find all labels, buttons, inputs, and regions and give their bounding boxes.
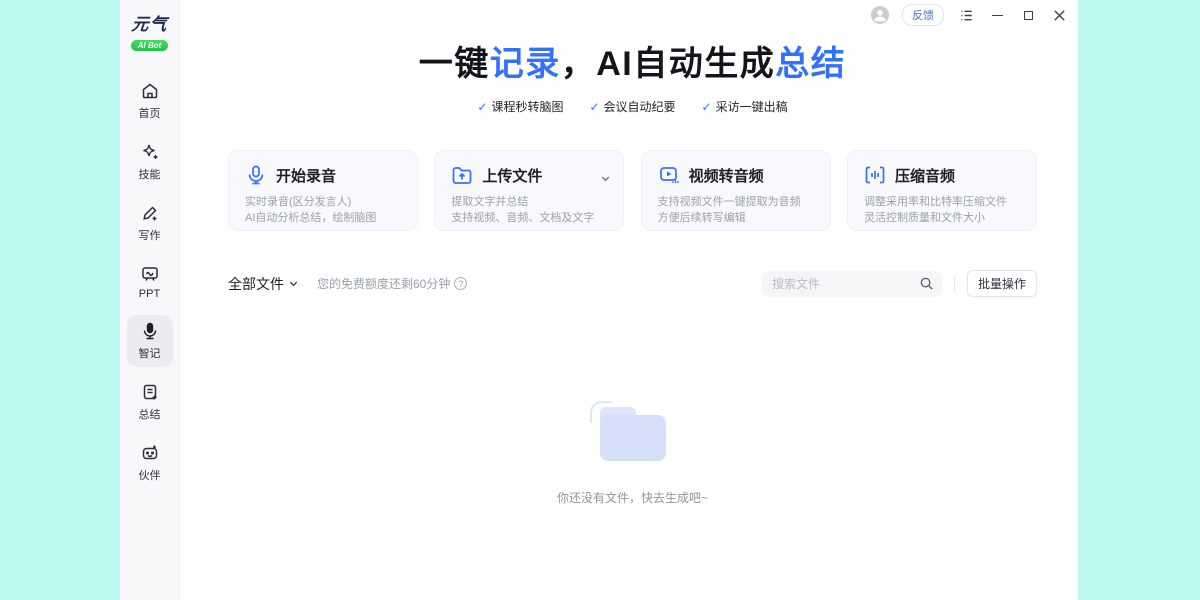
filter-label: 全部文件 (228, 274, 284, 294)
card-header: 视频转音频 (658, 164, 816, 186)
quota-label: 您的免费额度还剩60分钟 (317, 275, 450, 292)
video-play-icon (658, 164, 680, 186)
pencil-icon (139, 202, 161, 224)
card-desc-line: 调整采用率和比特率压缩文件 (864, 194, 1022, 210)
card-title: 压缩音频 (895, 165, 955, 186)
app-logo: 元气 AI Bot (131, 10, 169, 53)
check-icon: ✓ (702, 100, 712, 114)
titlebar: 反馈 (871, 4, 1068, 26)
card-desc-line: 提取文字并总结 (451, 194, 609, 210)
card-upload-file[interactable]: 上传文件 提取文字并总结 支持视频、音频、文档及文字 (434, 150, 624, 231)
check-icon: ✓ (589, 100, 599, 114)
quota-text: 您的免费额度还剩60分钟 ? (317, 275, 467, 292)
sparkle-icon (139, 141, 161, 163)
divider (954, 277, 955, 291)
card-description: 支持视频文件一键提取为音频 方便后续转写编辑 (658, 194, 816, 226)
home-icon (139, 80, 161, 102)
title-part: ，AI自动生成 (561, 45, 776, 83)
task-list-icon[interactable] (957, 6, 975, 24)
logo-wordmark: 元气 (129, 10, 169, 35)
card-title: 视频转音频 (689, 165, 764, 186)
help-icon[interactable]: ? (454, 277, 467, 290)
card-video-to-audio[interactable]: 视频转音频 支持视频文件一键提取为音频 方便后续转写编辑 (641, 150, 831, 231)
search-icon[interactable] (919, 276, 934, 296)
card-start-recording[interactable]: 开始录音 实时录音(区分发言人) AI自动分析总结，绘制脑图 (228, 150, 418, 231)
title-part-highlight: 总结 (775, 45, 846, 83)
title-part: 一键 (419, 45, 490, 83)
user-avatar[interactable] (871, 6, 889, 24)
card-header: 开始录音 (245, 164, 403, 186)
empty-message: 你还没有文件，快去生成吧~ (557, 489, 708, 506)
card-description: 提取文字并总结 支持视频、音频、文档及文字 (451, 194, 609, 226)
sidebar-item-label: 写作 (139, 227, 161, 243)
card-description: 实时录音(区分发言人) AI自动分析总结，绘制脑图 (245, 194, 403, 226)
microphone-icon (245, 164, 267, 186)
card-description: 调整采用率和比特率压缩文件 灵活控制质量和文件大小 (864, 194, 1022, 226)
main-content: 反馈 一键记录，AI自动生成总结 ✓ 课程秒转脑图 ✓ 会议自动纪要 ✓ 采访一键出稿 (180, 0, 1078, 600)
check-icon: ✓ (477, 100, 487, 114)
minimize-button[interactable] (988, 6, 1006, 24)
sidebar-item-label: 伙伴 (139, 467, 161, 483)
card-desc-line: 方便后续转写编辑 (658, 210, 816, 226)
toolbar-right: 批量操作 (762, 270, 1037, 297)
feature-item: ✓ 会议自动纪要 (589, 98, 675, 115)
folder-front (600, 415, 666, 461)
card-compress-audio[interactable]: 压缩音频 调整采用率和比特率压缩文件 灵活控制质量和文件大小 (847, 150, 1037, 231)
audio-compress-icon (864, 164, 886, 186)
sidebar-item-label: PPT (139, 288, 160, 300)
page-title: 一键记录，AI自动生成总结 (228, 36, 1037, 85)
desktop-background: 元气 AI Bot 首页 技能 (0, 0, 1200, 600)
card-title: 开始录音 (276, 165, 336, 186)
card-desc-line: 支持视频、音频、文档及文字 (451, 210, 609, 226)
sidebar-item-label: 智记 (139, 345, 161, 361)
sidebar: 元气 AI Bot 首页 技能 (120, 0, 180, 600)
sidebar-item-summary[interactable]: 总结 (127, 376, 173, 428)
sidebar-item-label: 首页 (139, 105, 161, 121)
card-desc-line: 灵活控制质量和文件大小 (864, 210, 1022, 226)
sidebar-item-buddy[interactable]: 伙伴 (127, 437, 173, 489)
action-cards: 开始录音 实时录音(区分发言人) AI自动分析总结，绘制脑图 上传文件 (228, 150, 1037, 231)
chevron-down-icon[interactable] (600, 171, 611, 189)
feature-label: 会议自动纪要 (604, 98, 676, 115)
card-header: 上传文件 (451, 164, 609, 186)
feedback-button[interactable]: 反馈 (902, 4, 944, 26)
card-desc-line: AI自动分析总结，绘制脑图 (245, 210, 403, 226)
feature-item: ✓ 采访一键出稿 (702, 98, 788, 115)
feature-list: ✓ 课程秒转脑图 ✓ 会议自动纪要 ✓ 采访一键出稿 (228, 98, 1037, 115)
file-filter-dropdown[interactable]: 全部文件 (228, 274, 299, 294)
microphone-icon (139, 320, 161, 342)
robot-icon (139, 442, 161, 464)
batch-operations-button[interactable]: 批量操作 (967, 270, 1037, 297)
app-window: 元气 AI Bot 首页 技能 (120, 0, 1078, 600)
file-toolbar: 全部文件 您的免费额度还剩60分钟 ? 批量操作 (228, 270, 1037, 297)
card-title: 上传文件 (482, 165, 542, 186)
feature-item: ✓ 课程秒转脑图 (477, 98, 563, 115)
sidebar-item-label: 总结 (139, 406, 161, 422)
logo-badge: AI Bot (131, 40, 169, 51)
search-box (762, 271, 942, 297)
sidebar-item-ppt[interactable]: PPT (127, 258, 173, 306)
clipboard-icon (139, 381, 161, 403)
close-button[interactable] (1050, 6, 1068, 24)
chevron-down-icon (288, 278, 299, 289)
feature-label: 采访一键出稿 (716, 98, 788, 115)
maximize-button[interactable] (1019, 6, 1037, 24)
search-input[interactable] (762, 271, 942, 297)
sidebar-item-skills[interactable]: 技能 (127, 136, 173, 188)
sidebar-nav: 首页 技能 写作 PP (127, 75, 173, 489)
card-header: 压缩音频 (864, 164, 1022, 186)
empty-folder-icon (596, 407, 670, 463)
upload-folder-icon (451, 164, 473, 186)
card-desc-line: 支持视频文件一键提取为音频 (658, 194, 816, 210)
presentation-icon (139, 263, 161, 285)
title-part-highlight: 记录 (490, 45, 561, 83)
card-desc-line: 实时录音(区分发言人) (245, 194, 403, 210)
sidebar-item-home[interactable]: 首页 (127, 75, 173, 127)
empty-state: 你还没有文件，快去生成吧~ (228, 407, 1037, 506)
feature-label: 课程秒转脑图 (491, 98, 563, 115)
sidebar-item-writing[interactable]: 写作 (127, 197, 173, 249)
sidebar-item-notes[interactable]: 智记 (127, 315, 173, 367)
sidebar-item-label: 技能 (139, 166, 161, 182)
